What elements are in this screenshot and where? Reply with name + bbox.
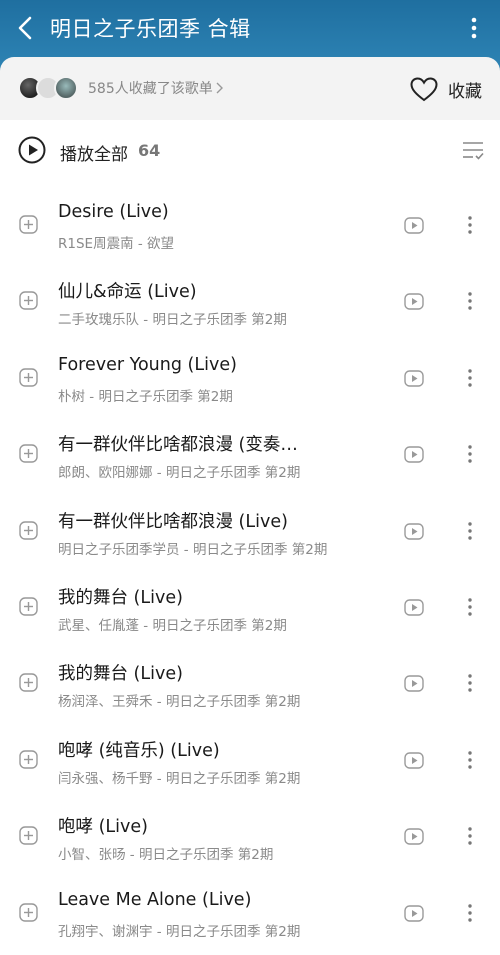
add-box-icon[interactable] bbox=[19, 444, 38, 463]
add-box-icon[interactable] bbox=[19, 750, 38, 769]
song-artist-album: 明日之子乐团季学员 - 明日之子乐团季 第2期 bbox=[58, 541, 328, 558]
list-item[interactable]: Desire (Live) R1SE周震南 - 欲望 bbox=[0, 186, 500, 262]
list-item[interactable]: Leave Me Alone (Live) 孔翔宇、谢渊宇 - 明日之子乐团季 … bbox=[0, 874, 500, 950]
play-circle-icon bbox=[18, 136, 46, 164]
song-count: 64 bbox=[138, 141, 161, 160]
song-title: 我的舞台 (Live) bbox=[58, 664, 183, 685]
video-play-icon[interactable] bbox=[404, 446, 424, 463]
list-item[interactable]: 咆哮 (纯音乐) (Live) 闫永强、杨千野 - 明日之子乐团季 第2期 bbox=[0, 721, 500, 797]
more-vertical-icon bbox=[468, 216, 472, 234]
song-title: 仙儿&命运 (Live) bbox=[58, 282, 197, 303]
add-box-icon[interactable] bbox=[19, 902, 38, 922]
more-vertical-icon bbox=[468, 674, 472, 693]
heart-outline-icon bbox=[410, 76, 438, 101]
more-vertical-icon bbox=[468, 751, 472, 769]
add-box-icon[interactable] bbox=[19, 520, 38, 540]
favorite-label: 收藏 bbox=[448, 81, 482, 102]
collect-bar: 585人收藏了该歌单 收藏 bbox=[0, 57, 500, 120]
video-play-icon[interactable] bbox=[404, 370, 424, 387]
video-play-icon[interactable] bbox=[404, 522, 424, 540]
row-more-button[interactable] bbox=[462, 288, 478, 314]
song-artist-album: 小智、张旸 - 明日之子乐团季 第2期 bbox=[58, 847, 274, 864]
add-box-icon[interactable] bbox=[19, 597, 38, 616]
video-play-icon[interactable] bbox=[404, 904, 424, 922]
collect-count-link[interactable]: 585人收藏了该歌单 bbox=[88, 78, 223, 98]
list-manage-icon[interactable] bbox=[462, 140, 484, 160]
play-all-row[interactable]: 播放全部 64 bbox=[0, 120, 500, 182]
row-more-button[interactable] bbox=[462, 900, 478, 926]
song-artist-album: 闫永强、杨千野 - 明日之子乐团季 第2期 bbox=[58, 770, 301, 787]
list-item[interactable]: 有一群伙伴比啥都浪漫 (Live) 明日之子乐团季学员 - 明日之子乐团季 第2… bbox=[0, 492, 500, 568]
video-play-icon[interactable] bbox=[404, 752, 424, 769]
list-item[interactable]: 仙儿&命运 (Live) 二手玫瑰乐队 - 明日之子乐团季 第2期 bbox=[0, 262, 500, 338]
list-item[interactable]: 我的舞台 (Live) 武星、任胤蓬 - 明日之子乐团季 第2期 bbox=[0, 568, 500, 644]
song-artist-album: 武星、任胤蓬 - 明日之子乐团季 第2期 bbox=[58, 617, 287, 634]
row-more-button[interactable] bbox=[462, 518, 478, 544]
song-title: Leave Me Alone (Live) bbox=[58, 889, 252, 910]
avatar bbox=[54, 76, 78, 100]
video-play-icon[interactable] bbox=[404, 217, 424, 234]
row-more-button[interactable] bbox=[462, 594, 478, 620]
song-artist-album: 二手玫瑰乐队 - 明日之子乐团季 第2期 bbox=[58, 312, 287, 329]
song-artist-album: 杨润泽、王舜禾 - 明日之子乐团季 第2期 bbox=[58, 694, 301, 711]
row-more-button[interactable] bbox=[462, 212, 478, 238]
row-more-button[interactable] bbox=[462, 747, 478, 773]
song-artist-album: 郎朗、欧阳娜娜 - 明日之子乐团季 第2期 bbox=[58, 465, 301, 482]
collector-avatars[interactable] bbox=[18, 76, 80, 100]
play-all-label: 播放全部 bbox=[60, 145, 128, 165]
song-artist-album: 孔翔宇、谢渊宇 - 明日之子乐团季 第2期 bbox=[58, 923, 301, 940]
song-title: 咆哮 (Live) bbox=[58, 817, 148, 838]
video-play-icon[interactable] bbox=[404, 675, 424, 693]
song-title: Forever Young (Live) bbox=[58, 354, 237, 375]
video-play-icon[interactable] bbox=[404, 828, 424, 845]
chevron-right-icon bbox=[216, 82, 223, 94]
song-title: 有一群伙伴比啥都浪漫 (变奏… bbox=[58, 435, 298, 456]
chevron-left-icon bbox=[18, 16, 32, 40]
song-list: Desire (Live) R1SE周震南 - 欲望 仙儿&命运 (Live) … bbox=[0, 186, 500, 950]
top-bar: 明日之子乐团季 合辑 bbox=[0, 0, 500, 56]
list-item[interactable]: 有一群伙伴比啥都浪漫 (变奏… 郎朗、欧阳娜娜 - 明日之子乐团季 第2期 bbox=[0, 415, 500, 491]
more-vertical-icon bbox=[468, 903, 472, 922]
more-vertical-icon bbox=[468, 369, 472, 387]
song-title: 咆哮 (纯音乐) (Live) bbox=[58, 740, 220, 761]
page-title: 明日之子乐团季 合辑 bbox=[50, 17, 251, 41]
song-artist-album: R1SE周震南 - 欲望 bbox=[58, 236, 175, 252]
video-play-icon[interactable] bbox=[404, 599, 424, 616]
song-title: 我的舞台 (Live) bbox=[58, 587, 183, 608]
add-box-icon[interactable] bbox=[19, 673, 38, 693]
list-item[interactable]: Forever Young (Live) 朴树 - 明日之子乐团季 第2期 bbox=[0, 339, 500, 415]
more-vertical-icon bbox=[468, 445, 472, 463]
add-box-icon[interactable] bbox=[19, 215, 38, 234]
back-button[interactable] bbox=[0, 0, 50, 56]
list-item[interactable]: 咆哮 (Live) 小智、张旸 - 明日之子乐团季 第2期 bbox=[0, 797, 500, 873]
row-more-button[interactable] bbox=[462, 823, 478, 849]
add-box-icon[interactable] bbox=[19, 291, 38, 311]
list-item[interactable]: 我的舞台 (Live) 杨润泽、王舜禾 - 明日之子乐团季 第2期 bbox=[0, 644, 500, 720]
more-button[interactable] bbox=[462, 12, 486, 44]
add-box-icon[interactable] bbox=[19, 826, 38, 845]
row-more-button[interactable] bbox=[462, 365, 478, 391]
more-vertical-icon bbox=[468, 827, 472, 845]
collect-count-text: 585人收藏了该歌单 bbox=[88, 81, 213, 97]
video-play-icon[interactable] bbox=[404, 293, 424, 311]
favorite-button[interactable]: 收藏 bbox=[410, 73, 482, 105]
song-artist-album: 朴树 - 明日之子乐团季 第2期 bbox=[58, 388, 233, 405]
add-box-icon[interactable] bbox=[19, 368, 38, 387]
more-vertical-icon bbox=[468, 521, 472, 540]
more-vertical-icon bbox=[471, 17, 477, 39]
row-more-button[interactable] bbox=[462, 441, 478, 467]
song-title: Desire (Live) bbox=[58, 202, 169, 222]
more-vertical-icon bbox=[468, 598, 472, 616]
song-title: 有一群伙伴比啥都浪漫 (Live) bbox=[58, 511, 288, 532]
more-vertical-icon bbox=[468, 292, 472, 311]
row-more-button[interactable] bbox=[462, 670, 478, 696]
